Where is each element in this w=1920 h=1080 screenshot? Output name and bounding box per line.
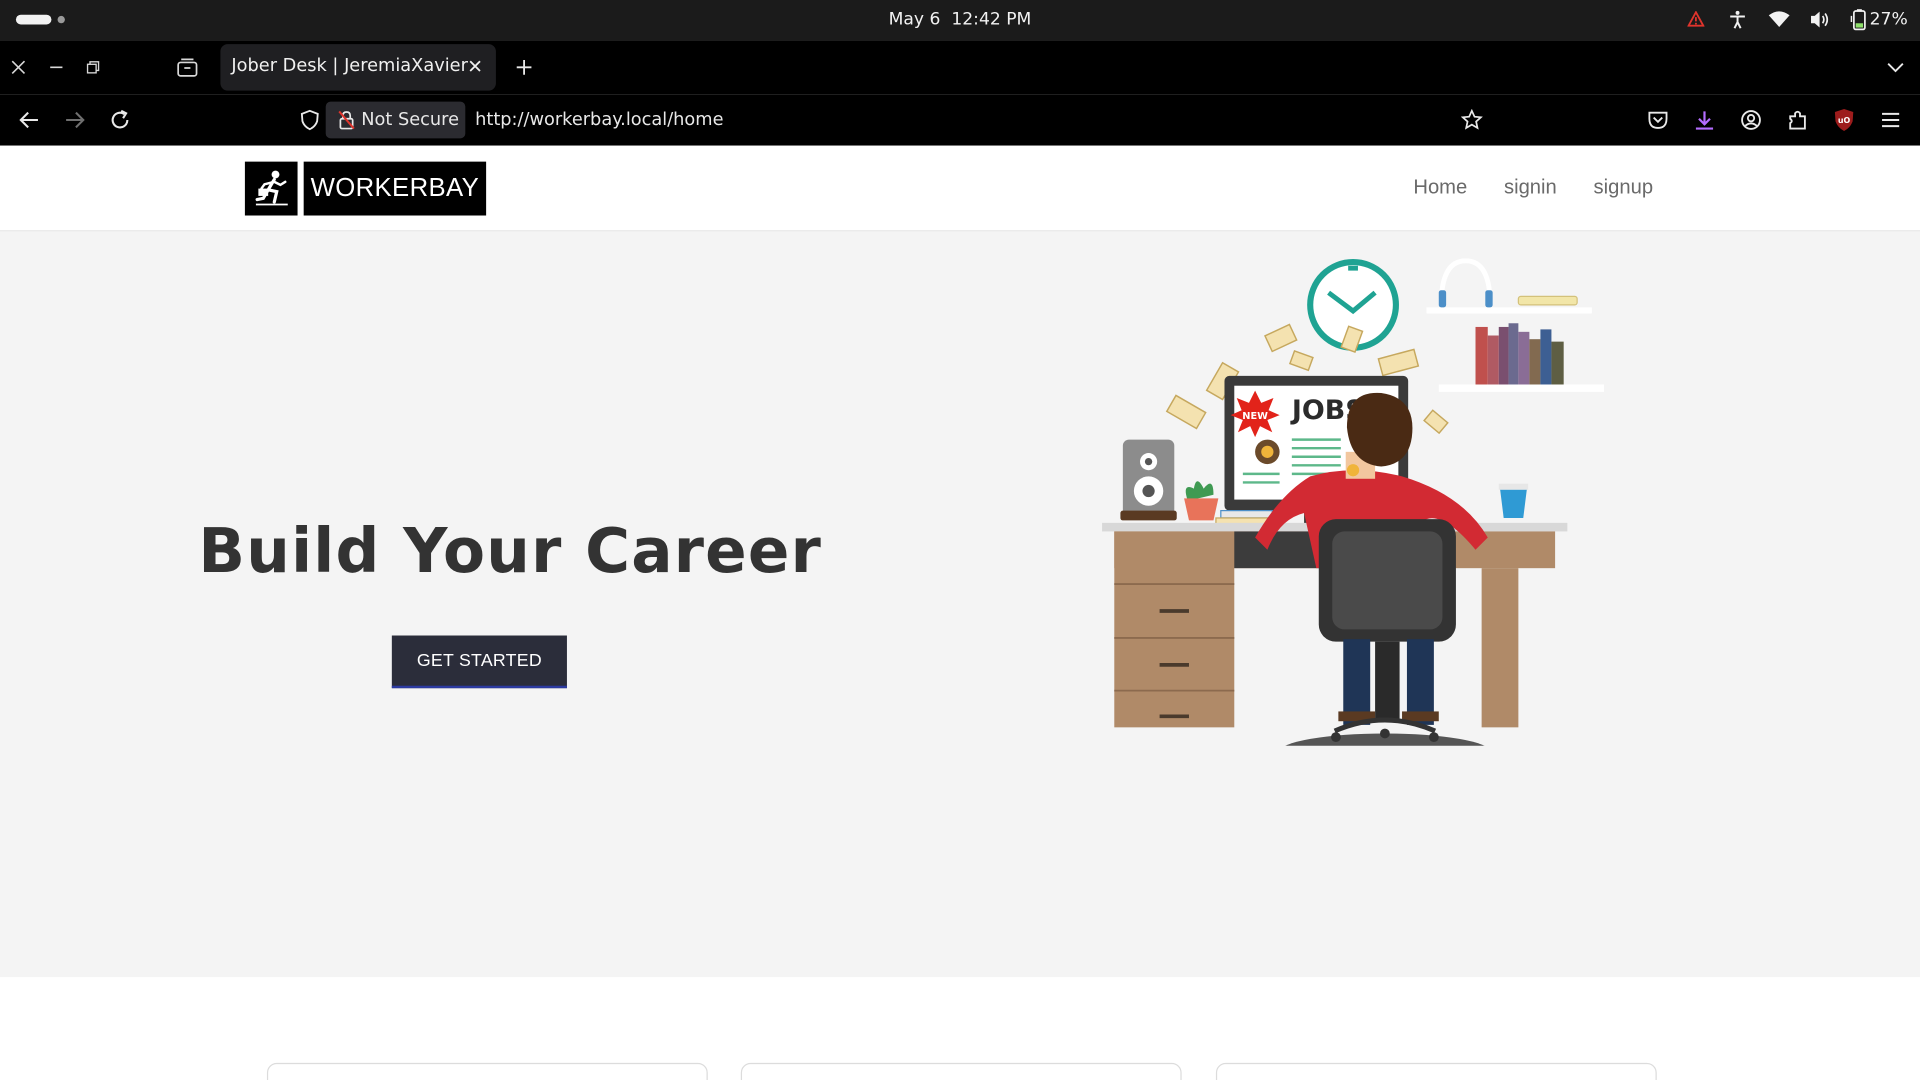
volume-icon[interactable] xyxy=(1808,7,1832,31)
svg-text:uO: uO xyxy=(1838,116,1851,125)
system-top-bar: May 6 12:42 PM 27% xyxy=(0,0,1920,41)
list-all-tabs-icon[interactable] xyxy=(1883,55,1907,79)
battery-icon xyxy=(1850,9,1866,31)
accessibility-icon[interactable] xyxy=(1725,7,1749,31)
hero-title: Build Your Career xyxy=(198,515,823,587)
system-date: May 6 xyxy=(888,9,941,30)
system-time: 12:42 PM xyxy=(951,9,1032,30)
job-desk-illustration: NEW JOBS xyxy=(1102,258,1605,746)
feature-card[interactable] xyxy=(266,1062,708,1080)
nav-link-signin[interactable]: signin xyxy=(1504,176,1557,199)
logo-runner-icon[interactable] xyxy=(244,161,298,216)
tab-title: Jober Desk | JeremiaXavier xyxy=(231,56,468,76)
shield-icon[interactable] xyxy=(296,107,323,134)
window-close-icon[interactable] xyxy=(6,55,30,79)
battery-percent: 27% xyxy=(1869,9,1908,30)
cards-section xyxy=(0,977,1920,1080)
ublock-origin-icon[interactable]: uO xyxy=(1832,107,1856,134)
get-started-button[interactable]: GET STARTED xyxy=(391,635,567,689)
nav-link-home[interactable]: Home xyxy=(1413,176,1467,199)
site-nav: Home signin signup xyxy=(1413,176,1653,199)
warning-icon[interactable] xyxy=(1684,7,1708,31)
active-tab[interactable]: Jober Desk | JeremiaXavier xyxy=(220,44,496,91)
new-tab-icon[interactable] xyxy=(512,55,536,79)
nav-link-signup[interactable]: signup xyxy=(1594,176,1654,199)
web-page: WORKERBAY Home signin signup Build Your … xyxy=(0,145,1920,1080)
feature-card[interactable] xyxy=(1215,1062,1657,1080)
insecure-lock-icon xyxy=(338,110,355,130)
pocket-icon[interactable] xyxy=(1646,107,1670,134)
back-icon[interactable] xyxy=(16,107,43,134)
hero-section: Build Your Career GET STARTED NEW JOBS xyxy=(0,231,1920,978)
browser-tab-strip: Jober Desk | JeremiaXavier xyxy=(0,40,1920,95)
extensions-icon[interactable] xyxy=(1785,107,1809,134)
downloads-icon[interactable] xyxy=(1692,107,1716,134)
site-header: WORKERBAY Home signin signup xyxy=(0,145,1920,232)
tab-overview-icon[interactable] xyxy=(175,55,199,79)
app-menu-icon[interactable] xyxy=(1878,107,1902,134)
address-bar[interactable]: Not Secure http://workerbay.local/home xyxy=(288,99,1492,141)
system-tray[interactable]: 27% xyxy=(1684,7,1908,31)
bookmark-star-icon[interactable] xyxy=(1460,108,1484,132)
tab-close-icon[interactable] xyxy=(465,56,485,76)
new-badge: NEW xyxy=(1242,411,1268,422)
window-restore-icon[interactable] xyxy=(81,55,105,79)
browser-toolbar: uO xyxy=(1646,107,1903,134)
wifi-icon[interactable] xyxy=(1767,7,1791,31)
url-text[interactable]: http://workerbay.local/home xyxy=(475,110,723,130)
battery-indicator[interactable]: 27% xyxy=(1850,9,1908,31)
site-security-indicator[interactable]: Not Secure xyxy=(325,101,466,139)
logo-wordmark[interactable]: WORKERBAY xyxy=(303,161,487,216)
system-clock[interactable]: May 6 12:42 PM xyxy=(0,10,1920,30)
browser-nav-bar: Not Secure http://workerbay.local/home u… xyxy=(0,94,1920,146)
forward-icon[interactable] xyxy=(61,107,88,134)
window-minimize-icon[interactable] xyxy=(44,55,68,79)
feature-card[interactable] xyxy=(740,1062,1182,1080)
account-icon[interactable] xyxy=(1739,107,1763,134)
reload-icon[interactable] xyxy=(107,107,134,134)
security-label: Not Secure xyxy=(361,110,460,130)
